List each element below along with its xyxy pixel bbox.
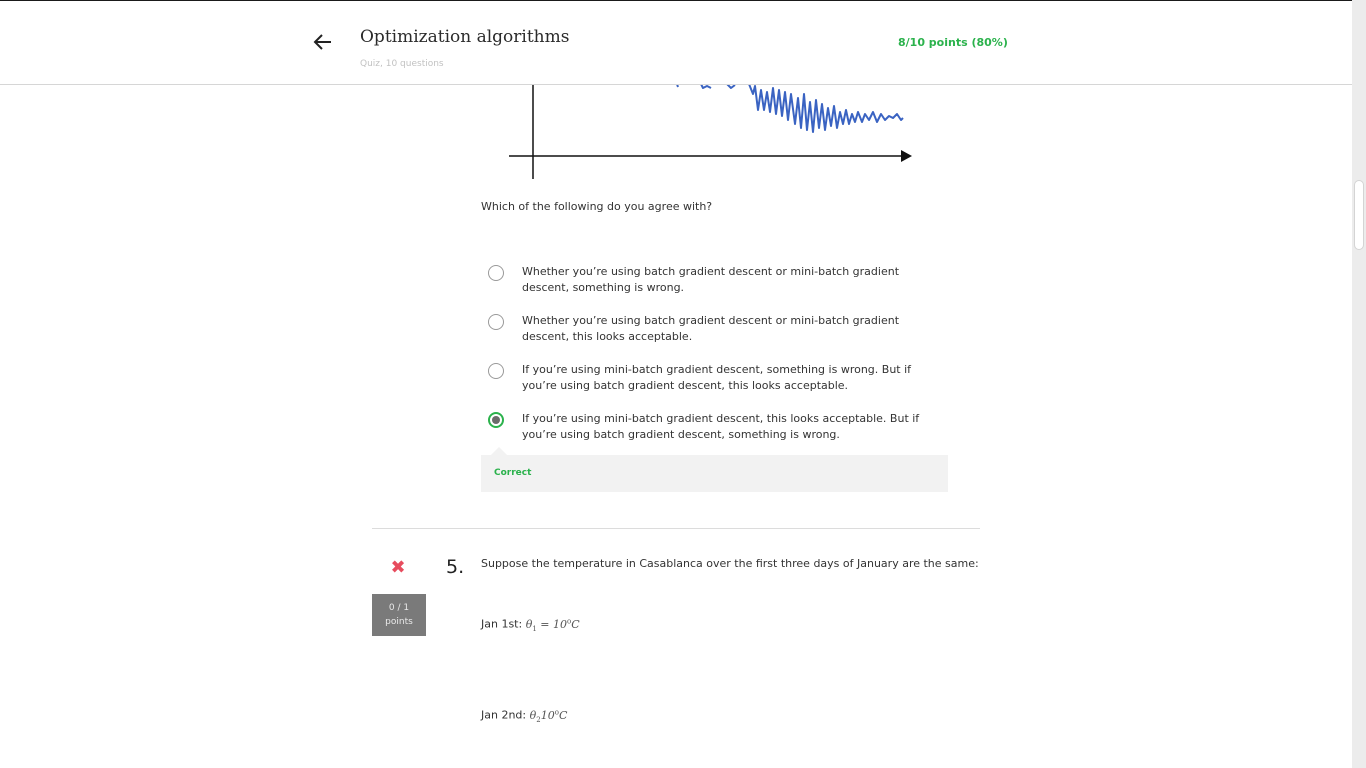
score-summary: 8/10 points (80%)	[898, 36, 1008, 49]
radio-selected-icon[interactable]	[488, 412, 504, 428]
x-icon: ✖	[390, 557, 406, 578]
question-prompt: Which of the following do you agree with…	[481, 200, 713, 213]
question-number: 5.	[446, 556, 465, 578]
math-expression: θ1 = 10oC	[526, 617, 580, 633]
answer-option-label: Whether you’re using batch gradient desc…	[522, 265, 900, 294]
temperature-day-1: Jan 1st: θ1 = 10oC	[481, 617, 580, 633]
math-expression: θ210oC	[530, 708, 568, 724]
scrollbar-thumb[interactable]	[1354, 180, 1364, 250]
answer-option-4[interactable]: If you’re using mini-batch gradient desc…	[488, 411, 948, 451]
day-label: Jan 2nd:	[481, 708, 527, 722]
answer-option-2[interactable]: Whether you’re using batch gradient desc…	[488, 313, 948, 353]
feedback-box: Correct	[481, 447, 948, 492]
feedback-label: Correct	[494, 468, 532, 478]
page-title: Optimization algorithms	[360, 27, 570, 47]
cost-curve-figure	[509, 84, 912, 179]
question-prompt: Suppose the temperature in Casablanca ov…	[481, 557, 979, 570]
answer-option-label: If you’re using mini-batch gradient desc…	[522, 363, 912, 392]
day-label: Jan 1st:	[481, 617, 523, 631]
radio-icon[interactable]	[488, 265, 504, 281]
back-arrow-icon[interactable]	[312, 31, 334, 53]
radio-icon[interactable]	[488, 314, 504, 330]
quiz-header: Optimization algorithms Quiz, 10 questio…	[0, 1, 1352, 85]
points-value: 0 / 1	[388, 603, 410, 613]
temperature-value: = 10	[536, 617, 568, 631]
question-divider	[372, 528, 980, 529]
x-axis-arrow	[901, 150, 912, 162]
temperature-unit: C	[571, 617, 580, 631]
radio-icon[interactable]	[488, 363, 504, 379]
temperature-unit: C	[558, 708, 568, 722]
answer-option-3[interactable]: If you’re using mini-batch gradient desc…	[488, 362, 948, 402]
temperature-value: 10	[540, 708, 555, 722]
points-badge: 0 / 1 points	[372, 594, 426, 636]
points-label: points	[385, 617, 413, 627]
scrollbar-track[interactable]	[1352, 0, 1366, 768]
answer-option-label: If you’re using mini-batch gradient desc…	[522, 412, 920, 441]
cost-curve-line	[676, 84, 904, 133]
answer-option-1[interactable]: Whether you’re using batch gradient desc…	[488, 264, 948, 304]
temperature-day-2: Jan 2nd: θ210oC	[481, 708, 567, 724]
answer-option-label: Whether you’re using batch gradient desc…	[522, 314, 900, 343]
page-subtitle: Quiz, 10 questions	[360, 59, 444, 69]
